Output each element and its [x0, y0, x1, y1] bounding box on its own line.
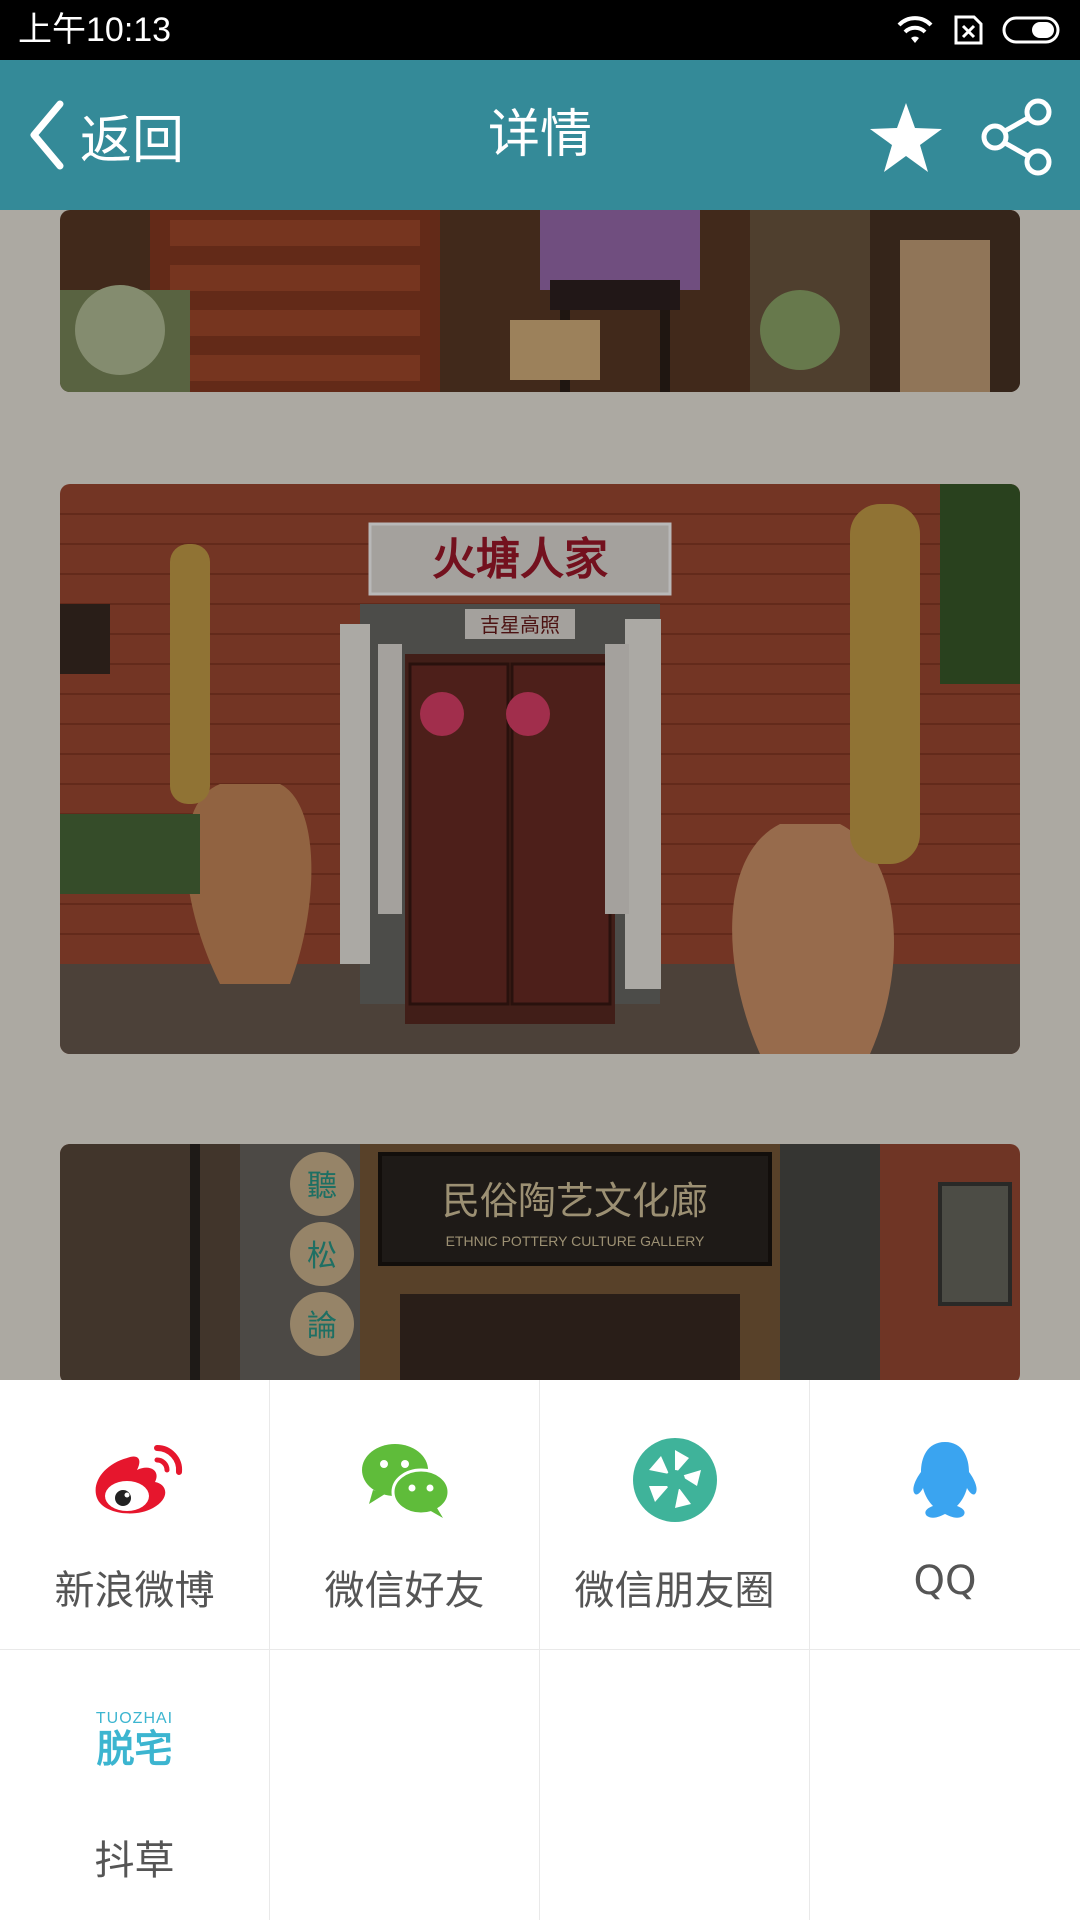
share-moments[interactable]: 微信朋友圈 [540, 1380, 810, 1650]
no-sim-icon [954, 15, 983, 45]
tuozhai-logo-top: TUOZHAI [95, 1710, 174, 1727]
share-weibo[interactable]: 新浪微博 [0, 1380, 270, 1650]
share-empty-cell [810, 1650, 1080, 1920]
share-weibo-label: 新浪微博 [54, 1568, 215, 1614]
battery-icon [1002, 16, 1060, 44]
tuozhai-logo-main: 脱宅 [96, 1727, 173, 1771]
star-icon[interactable] [868, 100, 944, 176]
share-tuozhai-label: 抖草 [94, 1838, 175, 1884]
wechat-icon [361, 1444, 450, 1518]
app-bar: 返回 详情 [0, 60, 1080, 210]
share-qq-label: QQ [913, 1558, 977, 1604]
share-icon[interactable] [978, 98, 1056, 176]
dim-overlay[interactable] [0, 210, 1080, 1380]
share-sheet: 新浪微博 微信好友 微信朋友圈 QQ TUOZHAI 脱宅 抖草 [0, 1380, 1080, 1920]
qq-icon [913, 1442, 977, 1518]
share-empty-cell [540, 1650, 810, 1920]
wifi-icon [897, 16, 933, 43]
share-empty-cell [270, 1650, 540, 1920]
share-wechat[interactable]: 微信好友 [270, 1380, 540, 1650]
share-moments-label: 微信朋友圈 [574, 1568, 775, 1614]
share-wechat-label: 微信好友 [324, 1568, 485, 1614]
share-qq[interactable]: QQ [810, 1380, 1080, 1650]
moments-icon [632, 1438, 717, 1522]
status-time: 上午10:13 [18, 11, 172, 49]
weibo-icon [95, 1444, 182, 1514]
status-bar: 上午10:13 [0, 0, 1080, 60]
tuozhai-logo: TUOZHAI 脱宅 [0, 1690, 269, 1790]
share-tuozhai[interactable]: TUOZHAI 脱宅 抖草 [0, 1650, 270, 1920]
